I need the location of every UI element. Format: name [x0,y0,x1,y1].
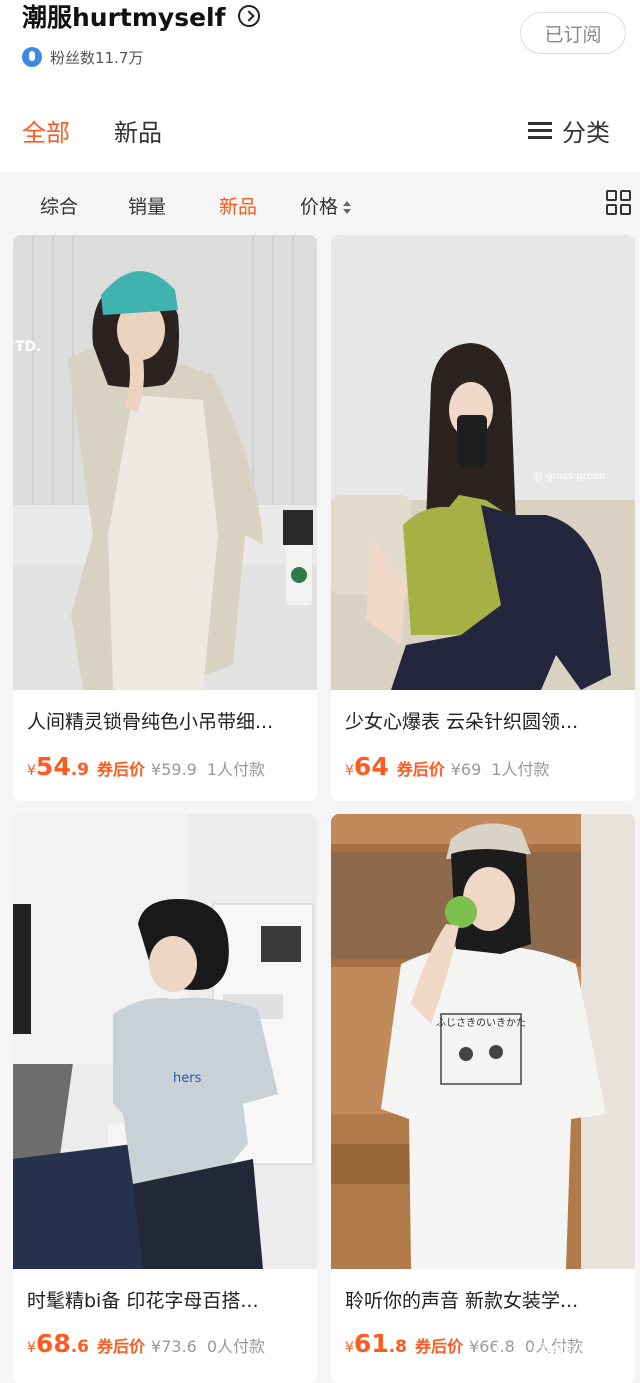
product-image[interactable] [13,235,317,690]
price-row: ¥ 64 券后价 ¥69 1人付款 [345,752,549,786]
photo-overlay-text: TD. [15,339,42,355]
product-image[interactable]: ふじさきのいきかた [331,814,635,1269]
price-row: ¥ 54 .9 券后价 ¥59.9 1人付款 [27,752,265,786]
currency-symbol: ¥ [345,1340,354,1356]
original-price: ¥59.9 [151,760,197,779]
coupon-price-label: 券后价 [97,1337,146,1356]
watermark-text: 悟空问答 [532,1339,612,1364]
shop-header: 潮服hurtmyself 粉丝数11.7万 已订阅 全部 新品 分类 [0,0,640,172]
product-card[interactable]: @ grass green 少女心爆表 云朵针织圆领... ¥ 64 券后价 ¥… [331,235,635,801]
sort-arrows-icon [342,198,352,218]
product-card[interactable]: ふじさきのいきかた 聆听你的声音 新款女装学... ¥ 61 .8 券后价 ¥6… [331,814,635,1383]
shop-name[interactable]: 潮服hurtmyself [22,0,226,34]
category-label: 分类 [562,118,610,147]
price-row: ¥ 68 .6 券后价 ¥73.6 0人付款 [27,1329,265,1363]
sort-comprehensive[interactable]: 综合 [40,192,78,219]
sort-sales[interactable]: 销量 [128,192,166,219]
fans-count: 粉丝数11.7万 [50,48,144,67]
shirt-print: hers [173,1071,202,1086]
price-decimal: .9 [70,760,90,780]
photo-overlay-text: @ grass green [533,471,606,482]
original-price: ¥73.6 [151,1337,197,1356]
price-decimal: .6 [70,1337,90,1357]
sold-count: 1人付款 [491,760,550,779]
menu-list-icon [528,120,552,140]
fans-badge-icon [22,47,42,67]
coupon-price-label: 券后价 [396,760,445,779]
original-price: ¥69 [450,760,482,779]
product-image[interactable]: hers [13,814,317,1269]
price-integer: 64 [353,752,389,781]
shop-tabs: 全部 新品 [22,110,206,150]
tab-new[interactable]: 新品 [114,113,162,148]
product-image[interactable] [331,235,635,690]
product-card[interactable]: TD. 人间精灵锁骨纯色小吊带细... ¥ 54 .9 券后价 ¥59.9 1人… [13,235,317,801]
product-name[interactable]: 人间精灵锁骨纯色小吊带细... [27,707,307,734]
chevron-right-icon[interactable] [237,5,260,27]
sold-count: 0人付款 [206,1337,266,1356]
tab-all[interactable]: 全部 [22,113,70,148]
product-name[interactable]: 聆听你的声音 新款女装学... [345,1286,625,1313]
currency-symbol: ¥ [27,1340,36,1356]
price-decimal: .8 [388,1337,408,1357]
sort-new[interactable]: 新品 [219,192,257,219]
price-integer: 68 [35,1329,71,1358]
coupon-price-label: 券后价 [97,760,146,779]
shirt-print: ふじさきのいきかた [436,1017,526,1029]
price-integer: 61 [353,1329,389,1358]
price-integer: 54 [35,752,71,781]
currency-symbol: ¥ [345,763,354,779]
category-button[interactable]: 分类 [528,110,610,150]
product-card[interactable]: hers 时髦精bi备 印花字母百搭... ¥ 68 .6 券后价 ¥73.6 … [13,814,317,1383]
subscribed-button[interactable]: 已订阅 [520,12,626,54]
grid-view-icon[interactable] [606,190,632,216]
sold-count: 1人付款 [206,760,266,779]
fans-row: 粉丝数11.7万 [22,44,143,70]
sort-price[interactable]: 价格 [300,192,352,219]
shop-title-row[interactable]: 潮服hurtmyself [22,0,260,32]
product-name[interactable]: 少女心爆表 云朵针织圆领... [345,707,625,734]
wukong-logo-icon [496,1335,526,1365]
product-name[interactable]: 时髦精bi备 印花字母百搭... [27,1286,307,1313]
watermark: 悟空问答 [496,1330,612,1370]
currency-symbol: ¥ [27,763,36,779]
sort-price-label: 价格 [300,196,339,218]
coupon-price-label: 券后价 [415,1337,464,1356]
